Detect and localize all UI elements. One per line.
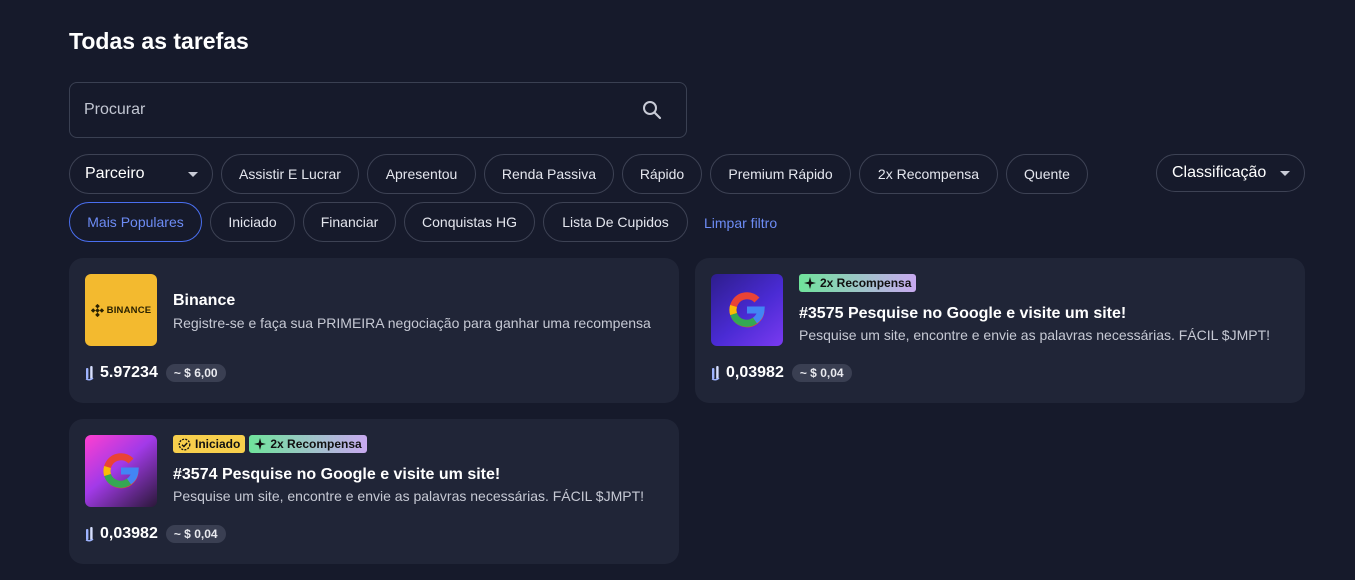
task-card-binance[interactable]: BINANCE Binance Registre-se e faça sua P… xyxy=(69,258,679,403)
task-badges: 2x Recompensa xyxy=(799,274,917,292)
badge-started: Iniciado xyxy=(173,435,246,453)
reward-usd-badge: ~ $ 0,04 xyxy=(791,364,852,382)
sort-select-label: Classificação xyxy=(1172,164,1267,181)
task-description: Pesquise um site, encontre e envie as pa… xyxy=(173,488,645,504)
token-icon xyxy=(85,527,94,542)
filter-chip-mais-populares[interactable]: Mais Populares xyxy=(69,202,202,242)
sparkle-icon xyxy=(804,277,816,289)
reward-amount: 0,03982 xyxy=(726,364,784,381)
task-reward: 5.97234 ~ $ 6,00 xyxy=(85,364,226,382)
filter-chip-conquistas-hg[interactable]: Conquistas HG xyxy=(404,202,535,242)
task-description: Pesquise um site, encontre e envie as pa… xyxy=(799,327,1271,343)
search-icon[interactable] xyxy=(640,98,664,122)
partner-select[interactable]: Parceiro xyxy=(69,154,213,194)
task-reward: 0,03982 ~ $ 0,04 xyxy=(85,525,226,543)
task-reward: 0,03982 ~ $ 0,04 xyxy=(711,364,852,382)
page: Todas as tarefas Parceiro Assistir E Luc… xyxy=(0,0,1355,580)
reward-amount: 5.97234 xyxy=(100,364,158,381)
filter-chip-iniciado[interactable]: Iniciado xyxy=(210,202,295,242)
google-logo xyxy=(711,274,783,346)
task-title: #3575 Pesquise no Google e visite um sit… xyxy=(799,305,1127,322)
task-badges: Iniciado 2x Recompensa xyxy=(173,435,367,453)
chevron-down-icon xyxy=(1280,170,1290,176)
filter-chip-lista-de-cupidos[interactable]: Lista De Cupidos xyxy=(543,202,688,242)
token-icon xyxy=(711,366,720,381)
search-input[interactable] xyxy=(84,101,640,119)
task-card-3575[interactable]: 2x Recompensa #3575 Pesquise no Google e… xyxy=(695,258,1305,403)
filter-chip-financiar[interactable]: Financiar xyxy=(303,202,396,242)
clear-filter-link[interactable]: Limpar filtro xyxy=(704,203,777,243)
filter-chip-assistir-e-lucrar[interactable]: Assistir E Lucrar xyxy=(221,154,359,194)
partner-select-label: Parceiro xyxy=(85,165,145,182)
badge-2x-reward: 2x Recompensa xyxy=(799,274,917,292)
filter-chip-apresentou[interactable]: Apresentou xyxy=(367,154,476,194)
filter-chip-rapido[interactable]: Rápido xyxy=(622,154,702,194)
sparkle-icon xyxy=(254,438,267,450)
filter-chip-quente[interactable]: Quente xyxy=(1006,154,1088,194)
filter-chip-premium-rapido[interactable]: Premium Rápido xyxy=(710,154,851,194)
page-title: Todas as tarefas xyxy=(69,28,249,54)
reward-usd-badge: ~ $ 6,00 xyxy=(165,364,226,382)
task-title: #3574 Pesquise no Google e visite um sit… xyxy=(173,466,501,483)
token-icon xyxy=(85,366,94,381)
task-title: Binance xyxy=(173,292,236,309)
sort-select[interactable]: Classificação xyxy=(1156,154,1305,192)
reward-amount: 0,03982 xyxy=(100,525,158,542)
reward-usd-badge: ~ $ 0,04 xyxy=(165,525,226,543)
binance-logo: BINANCE xyxy=(85,274,157,346)
task-description: Registre-se e faça sua PRIMEIRA negociaç… xyxy=(173,315,651,331)
check-circle-icon xyxy=(178,438,191,450)
filter-chip-2x-recompensa[interactable]: 2x Recompensa xyxy=(859,154,998,194)
task-card-3574[interactable]: Iniciado 2x Recompensa #3574 Pesquise no… xyxy=(69,419,679,564)
google-logo xyxy=(85,435,157,507)
badge-2x-reward: 2x Recompensa xyxy=(249,435,367,453)
chevron-down-icon xyxy=(188,171,198,177)
search-box[interactable] xyxy=(69,82,687,138)
filter-chip-renda-passiva[interactable]: Renda Passiva xyxy=(484,154,614,194)
